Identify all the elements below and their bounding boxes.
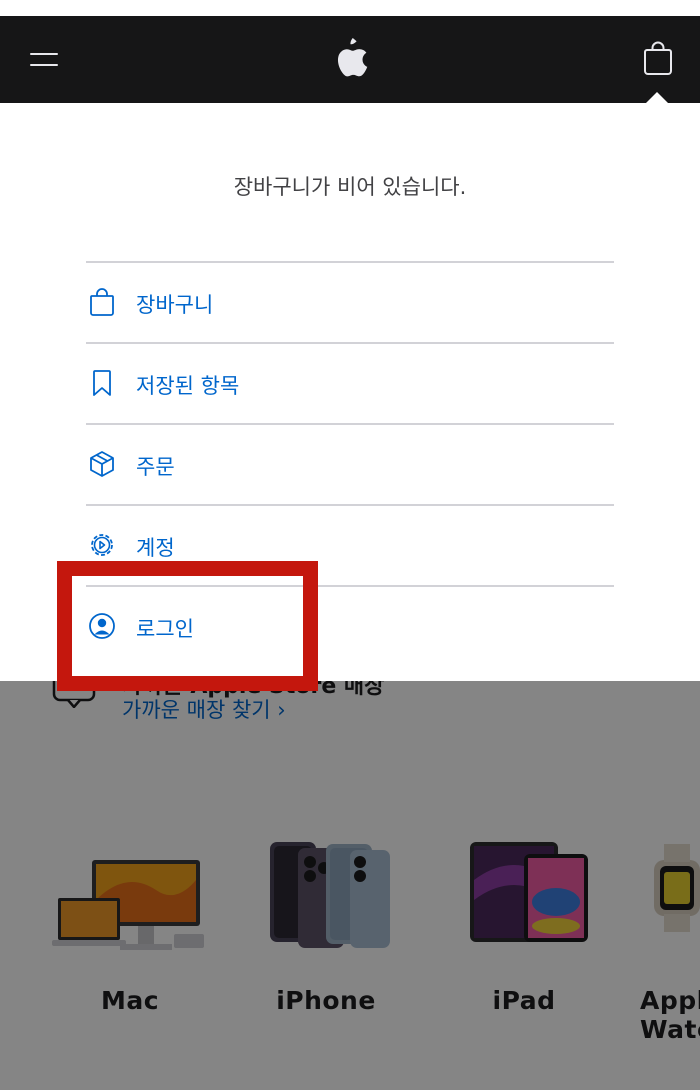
menu-item-bag[interactable]: 장바구니 (86, 261, 614, 342)
dim-overlay[interactable] (0, 680, 700, 1090)
status-bar (0, 0, 700, 16)
menu-item-label: 주문 (136, 455, 175, 479)
box-icon (90, 451, 114, 477)
bookmark-icon (93, 370, 111, 396)
menu-item-label: 저장된 항목 (136, 374, 240, 398)
global-nav (0, 16, 700, 103)
apple-logo-icon[interactable] (332, 36, 368, 80)
flyout-caret (646, 92, 668, 103)
bag-icon (90, 288, 114, 316)
empty-bag-message: 장바구니가 비어 있습니다. (233, 175, 467, 199)
menu-item-orders[interactable]: 주문 (86, 423, 614, 504)
highlight-box (57, 561, 318, 691)
gear-icon (91, 534, 113, 556)
menu-item-label: 장바구니 (136, 293, 214, 317)
shopping-bag-icon[interactable] (636, 36, 680, 80)
menu-item-saved[interactable]: 저장된 항목 (86, 342, 614, 423)
menu-item-label: 계정 (136, 536, 175, 560)
hamburger-icon[interactable] (24, 44, 64, 74)
